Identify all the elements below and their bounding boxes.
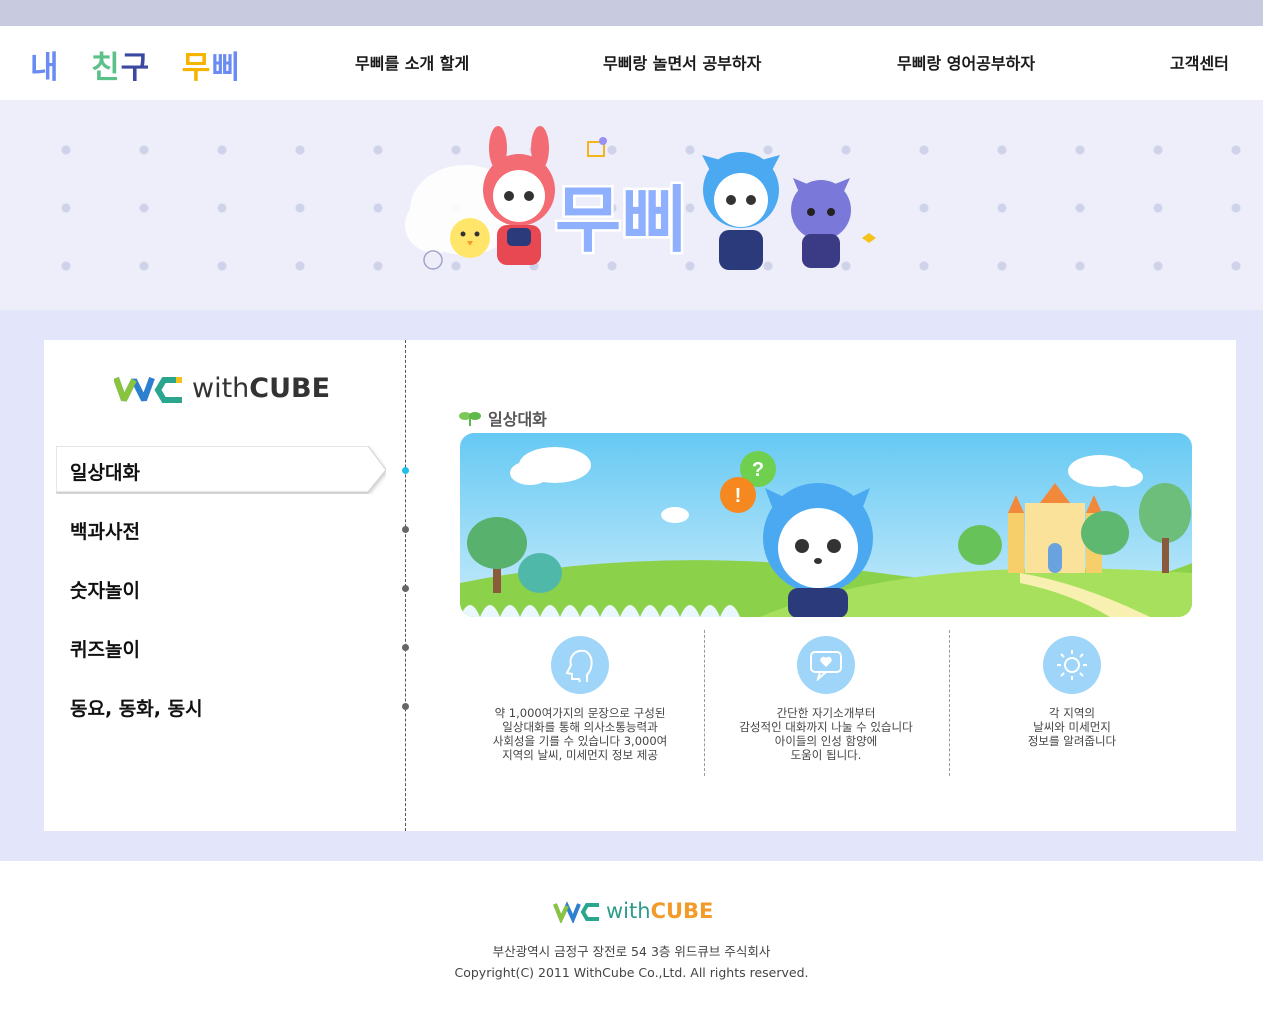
footer-address: 부산광역시 금정구 장전로 54 3층 위드큐브 주식회사	[492, 944, 771, 959]
nav-play-study[interactable]: 무삐랑 놀면서 공부하자	[603, 50, 761, 74]
nav-introduce[interactable]: 무삐를 소개 할게	[355, 50, 469, 74]
brand-prefix: with	[606, 899, 651, 923]
feature-separator	[704, 630, 705, 776]
sun-icon	[1043, 636, 1101, 694]
feature-self-intro: 간단한 자기소개부터 감성적인 대화까지 나눌 수 있습니다 아이들의 인성 함…	[711, 636, 941, 762]
menu-dot	[402, 585, 409, 592]
feature-conversation: 약 1,000여가지의 문장으로 구성된 일상대화를 통해 의사소통능력과 사회…	[465, 636, 695, 762]
daily-conversation-banner: ? !	[460, 433, 1192, 617]
hero-title: 무삐	[555, 181, 687, 261]
section-title: 일상대화	[458, 406, 547, 430]
footer-withcube-logo: withCUBE	[553, 899, 713, 923]
logo-char: 내	[30, 50, 60, 86]
brand-suffix: CUBE	[249, 372, 331, 404]
exclaim-bubble: !	[720, 477, 756, 513]
section-title-text: 일상대화	[488, 410, 547, 429]
brand-prefix: with	[192, 372, 250, 404]
sidebar-item-number-play[interactable]: 숫자놀이	[70, 576, 140, 603]
sidebar-item-daily-conversation[interactable]: 일상대화	[70, 458, 140, 485]
logo-char: 친	[91, 50, 121, 86]
site-logo[interactable]: 내 친구 무삐	[30, 42, 241, 87]
feature-description: 약 1,000여가지의 문장으로 구성된 일상대화를 통해 의사소통능력과 사회…	[492, 706, 668, 762]
chick-character	[450, 218, 490, 258]
feature-separator	[949, 630, 950, 776]
feature-description: 각 지역의 날씨와 미세먼지 정보를 알려줍니다	[1027, 706, 1117, 748]
nav-english-study[interactable]: 무삐랑 영어공부하자	[897, 50, 1035, 74]
withcube-logo: withCUBE	[114, 370, 330, 406]
withcube-text: withCUBE	[192, 373, 330, 404]
logo-char: 구	[120, 50, 151, 86]
chat-heart-icon	[797, 636, 855, 694]
sidebar-item-quiz[interactable]: 퀴즈놀이	[70, 635, 140, 662]
withcube-mark-icon	[114, 376, 182, 403]
logo-char: 무	[181, 50, 212, 86]
menu-dot-active	[402, 467, 409, 474]
footer-brand-text: withCUBE	[606, 899, 713, 923]
face-profile-icon	[551, 636, 609, 694]
nav-customer-center[interactable]: 고객센터	[1170, 50, 1229, 74]
sprout-icon	[459, 412, 481, 426]
content-card: withCUBE 일상대화 백과사전 숫자놀이 퀴즈놀이 동요, 동화, 동시	[44, 340, 1236, 831]
sidebar-item-encyclopedia[interactable]: 백과사전	[70, 517, 140, 544]
blue-kitty-character	[702, 152, 780, 270]
banner-illustration: ? !	[460, 433, 1192, 617]
exclamation-mark: !	[735, 485, 742, 507]
brand-suffix: CUBE	[650, 899, 714, 923]
top-bar	[0, 0, 1263, 26]
hero-banner: 무삐	[0, 100, 1263, 310]
menu-dot	[402, 526, 409, 533]
question-mark: ?	[752, 459, 764, 481]
menu-dot	[402, 644, 409, 651]
feature-description: 간단한 자기소개부터 감성적인 대화까지 나눌 수 있습니다 아이들의 인성 함…	[739, 706, 913, 762]
header: 내 친구 무삐 무삐를 소개 할게 무삐랑 놀면서 공부하자 무삐랑 영어공부하…	[0, 26, 1263, 100]
withcube-mark-icon	[553, 901, 599, 923]
sidebar-item-songs-stories[interactable]: 동요, 동화, 동시	[70, 694, 203, 721]
hero-illustration: 무삐	[405, 126, 876, 270]
sidebar: withCUBE 일상대화 백과사전 숫자놀이 퀴즈놀이 동요, 동화, 동시	[44, 340, 409, 831]
purple-cat-character	[791, 178, 851, 268]
footer-copyright: Copyright(C) 2011 WithCube Co.,Ltd. All …	[454, 965, 809, 980]
feature-weather: 각 지역의 날씨와 미세먼지 정보를 알려줍니다	[957, 636, 1187, 748]
logo-char: 삐	[211, 50, 241, 86]
menu-dot	[402, 703, 409, 710]
